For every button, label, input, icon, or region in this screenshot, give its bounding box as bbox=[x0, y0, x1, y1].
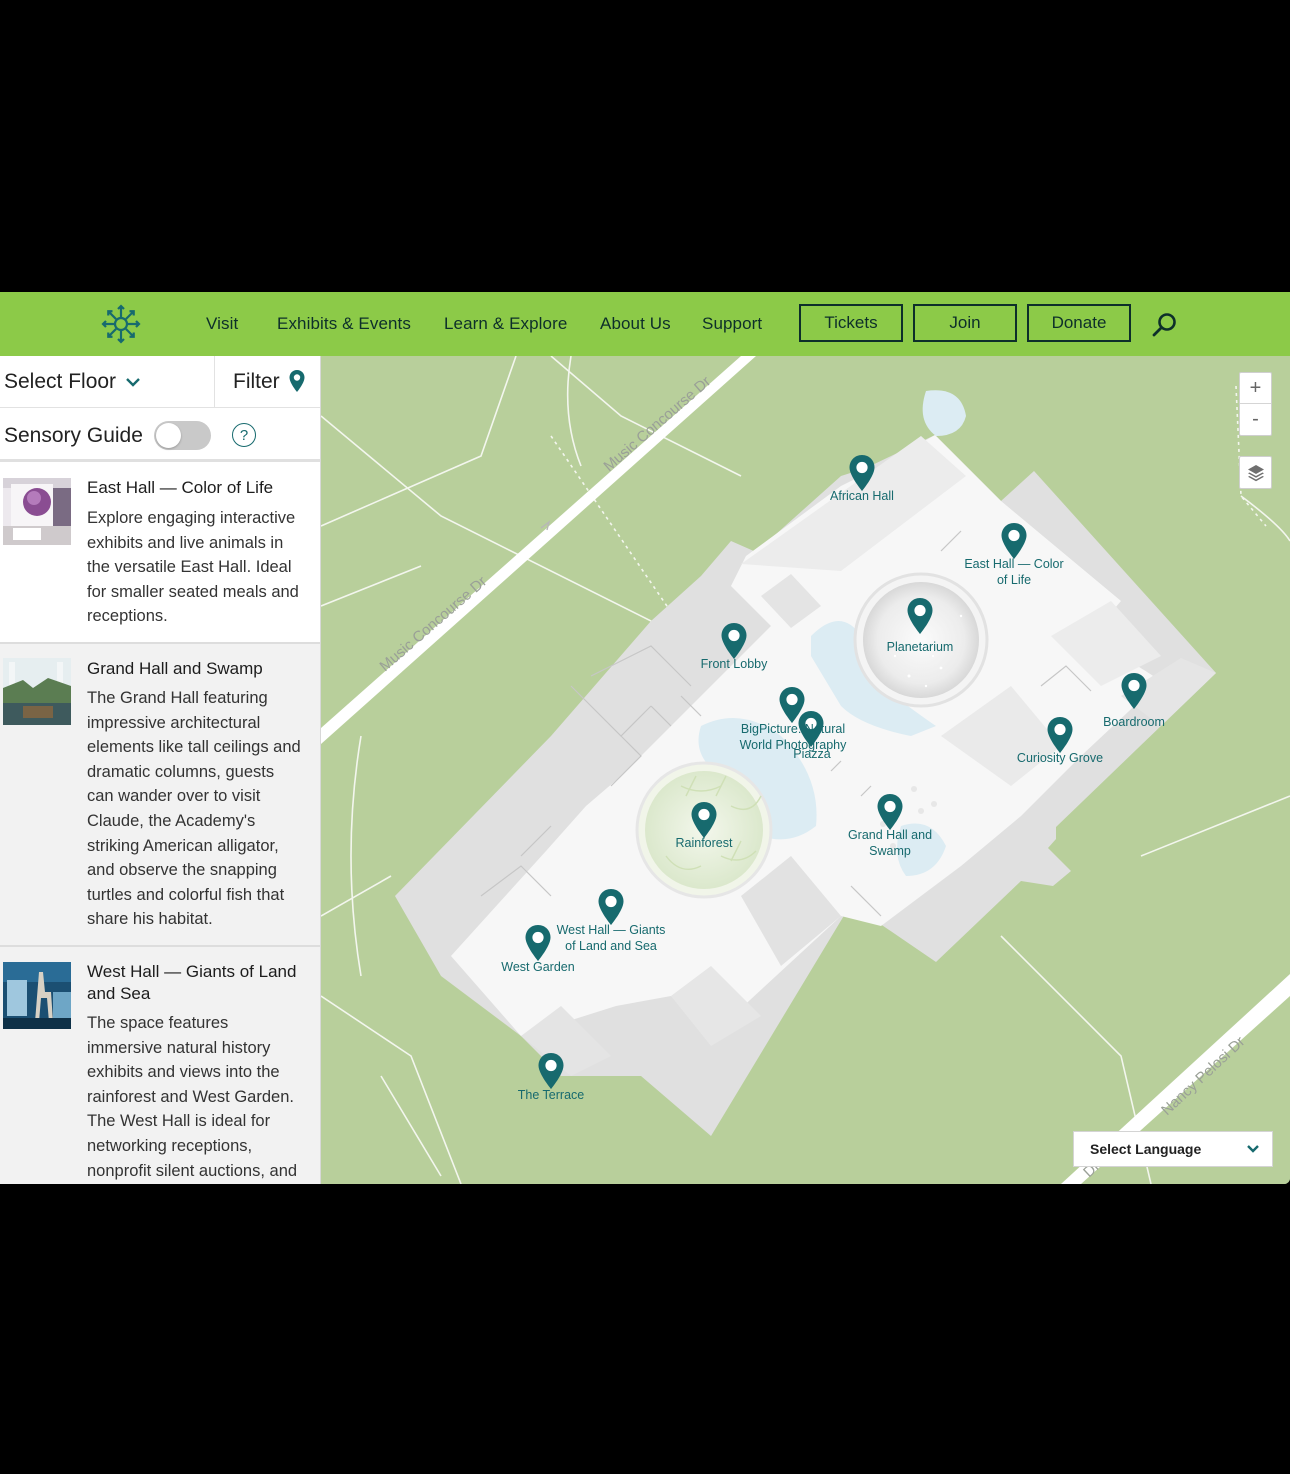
language-select-label: Select Language bbox=[1090, 1141, 1202, 1157]
label-west-hall-1[interactable]: West Hall — Giants bbox=[557, 923, 666, 937]
site-header: Visit Exhibits & Events Learn & Explore … bbox=[0, 292, 1290, 356]
label-east-hall-1[interactable]: East Hall — Color bbox=[964, 557, 1063, 571]
location-card-grand-hall[interactable]: Grand Hall and Swamp The Grand Hall feat… bbox=[0, 644, 320, 947]
card-title: East Hall — Color of Life bbox=[87, 478, 274, 497]
label-piazza[interactable]: Piazza bbox=[793, 747, 831, 761]
label-grand-hall-2[interactable]: Swamp bbox=[869, 844, 911, 858]
card-title: Grand Hall and Swamp bbox=[87, 659, 263, 678]
app-screen: Visit Exhibits & Events Learn & Explore … bbox=[0, 292, 1290, 1184]
zoom-controls: + - bbox=[1239, 372, 1272, 436]
label-rainforest[interactable]: Rainforest bbox=[676, 836, 733, 850]
card-description: The Grand Hall featuring impressive arch… bbox=[87, 689, 301, 929]
label-curiosity-grove[interactable]: Curiosity Grove bbox=[1017, 751, 1103, 765]
tickets-button[interactable]: Tickets bbox=[799, 304, 903, 342]
label-front-lobby[interactable]: Front Lobby bbox=[701, 657, 768, 671]
east-hall-thumbnail bbox=[3, 478, 71, 545]
museum-map[interactable]: Music Concourse Dr Music Concourse Dr Na… bbox=[320, 355, 1290, 1184]
nav-exhibits-events[interactable]: Exhibits & Events bbox=[277, 314, 411, 334]
help-icon[interactable]: ? bbox=[232, 423, 256, 447]
label-boardroom[interactable]: Boardroom bbox=[1103, 715, 1165, 729]
locations-sidebar: Select Floor Filter Sensory Guide ? East… bbox=[0, 356, 321, 1184]
layers-button[interactable] bbox=[1239, 456, 1272, 489]
nav-about-us[interactable]: About Us bbox=[600, 314, 671, 334]
card-description: The space features immersive natural his… bbox=[87, 1014, 298, 1180]
filter-button[interactable]: Filter bbox=[216, 356, 320, 408]
filter-label: Filter bbox=[233, 370, 280, 393]
label-african-hall[interactable]: African Hall bbox=[830, 489, 894, 503]
label-bigpicture-1[interactable]: BigPicture: Natural bbox=[741, 722, 845, 736]
nav-visit[interactable]: Visit bbox=[206, 314, 238, 334]
map-canvas[interactable]: Music Concourse Dr Music Concourse Dr Na… bbox=[320, 355, 1290, 1184]
zoom-out-button[interactable]: - bbox=[1240, 404, 1271, 435]
toggle-knob bbox=[156, 423, 181, 448]
card-title: West Hall — Giants of Land and Sea bbox=[87, 962, 297, 1003]
sensory-guide-toggle[interactable] bbox=[154, 421, 211, 450]
west-hall-thumbnail bbox=[3, 962, 71, 1029]
select-floor-label: Select Floor bbox=[4, 370, 117, 393]
language-select[interactable]: Select Language bbox=[1073, 1131, 1273, 1167]
nav-support[interactable]: Support bbox=[702, 314, 762, 334]
grand-hall-thumbnail bbox=[3, 658, 71, 725]
card-description: Explore engaging interactive exhibits an… bbox=[87, 509, 299, 626]
chevron-down-icon bbox=[126, 378, 140, 387]
label-west-garden[interactable]: West Garden bbox=[501, 960, 574, 974]
label-west-hall-2[interactable]: of Land and Sea bbox=[565, 939, 657, 953]
donate-button[interactable]: Donate bbox=[1027, 304, 1131, 342]
nav-learn-explore[interactable]: Learn & Explore bbox=[444, 314, 567, 334]
zoom-in-button[interactable]: + bbox=[1240, 373, 1271, 404]
layers-icon bbox=[1247, 464, 1264, 481]
academy-logo[interactable] bbox=[100, 303, 142, 345]
location-card-west-hall[interactable]: West Hall — Giants of Land and Sea The s… bbox=[0, 947, 320, 1184]
select-floor-dropdown[interactable]: Select Floor bbox=[0, 356, 215, 408]
map-pin-icon bbox=[289, 369, 305, 392]
search-icon[interactable] bbox=[1151, 311, 1179, 339]
label-the-terrace[interactable]: The Terrace bbox=[518, 1088, 585, 1102]
label-grand-hall-1[interactable]: Grand Hall and bbox=[848, 828, 932, 842]
join-button[interactable]: Join bbox=[913, 304, 1017, 342]
label-east-hall-2[interactable]: of Life bbox=[997, 573, 1031, 587]
location-card-east-hall[interactable]: East Hall — Color of Life Explore engagi… bbox=[0, 463, 320, 644]
sensory-guide-row: Sensory Guide ? bbox=[0, 408, 320, 462]
chevron-down-icon bbox=[1247, 1145, 1259, 1153]
label-planetarium[interactable]: Planetarium bbox=[887, 640, 954, 654]
floor-filter-row: Select Floor Filter bbox=[0, 356, 320, 408]
sensory-guide-label: Sensory Guide bbox=[4, 424, 143, 447]
